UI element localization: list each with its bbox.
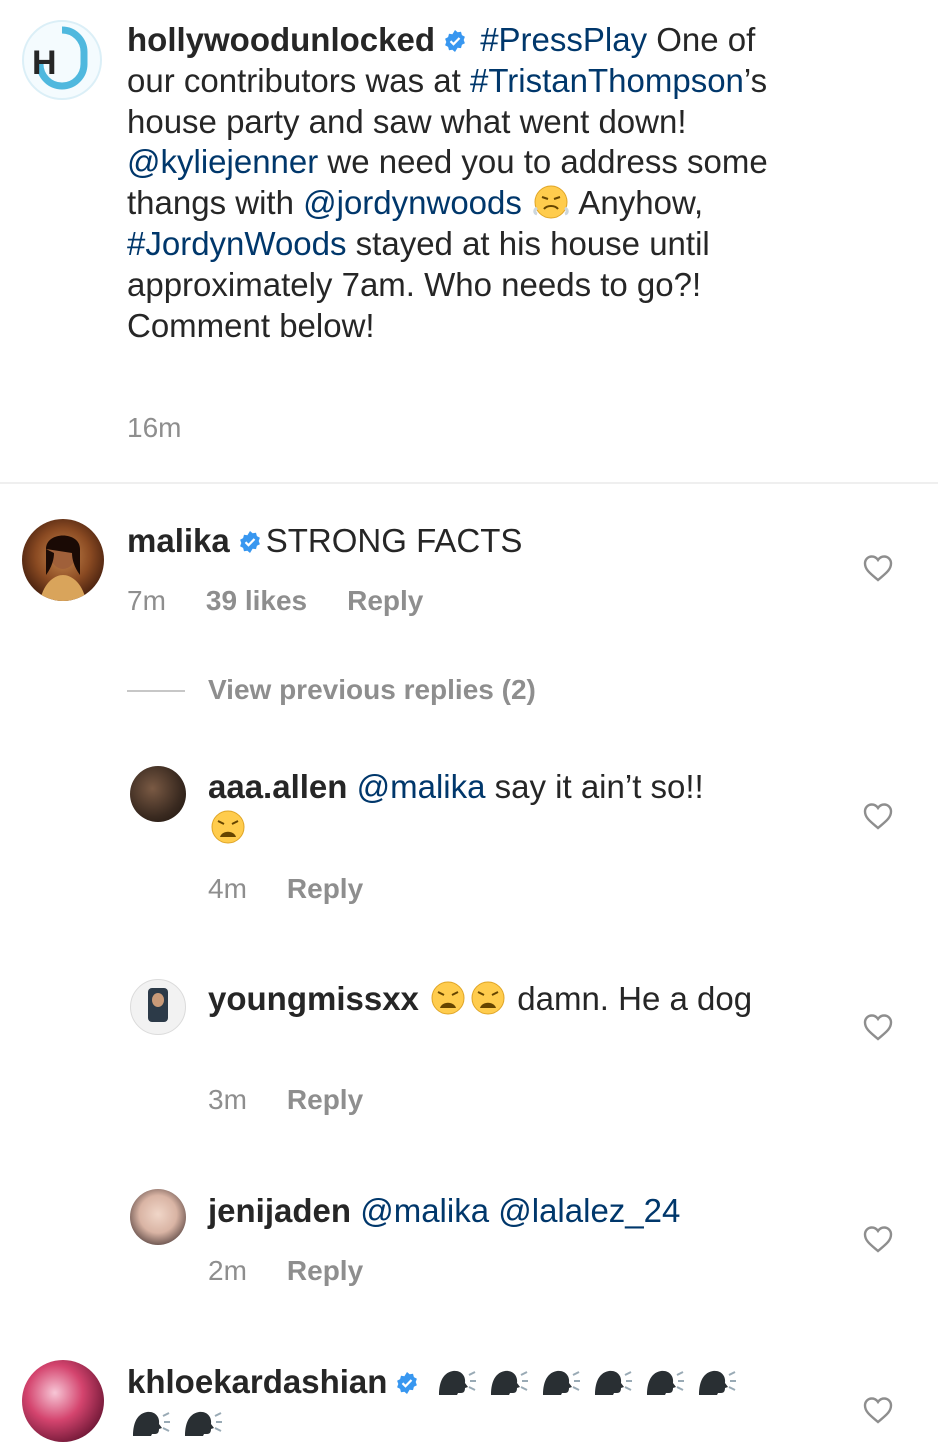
comment-time: 2m [208, 1255, 247, 1286]
post-time: 16m [127, 412, 182, 443]
weary-face-emoji [211, 810, 245, 844]
comment-jenijaden: jenijaden @malika @lalalez_24 [208, 1190, 808, 1231]
weary-face-emoji [431, 981, 465, 1015]
post-caption: hollywoodunlocked #PressPlay One of our … [127, 20, 807, 346]
verified-badge-icon [397, 1372, 418, 1394]
heart-outline-icon[interactable] [862, 801, 894, 831]
youngmissxx-avatar-figure [148, 988, 168, 1022]
hashtag-jordynwoods[interactable]: #JordynWoods [127, 225, 347, 262]
verified-badge-icon [239, 531, 260, 553]
speaking-head-emoji [133, 1411, 170, 1436]
hollywoodunlocked-avatar[interactable]: H [22, 20, 102, 100]
view-previous-replies-button[interactable]: View previous replies (2) [208, 674, 536, 706]
speaking-head-emoji [646, 1370, 684, 1395]
heart-outline-icon[interactable] [862, 1395, 894, 1425]
comment-time: 3m [208, 1084, 247, 1115]
comment-body: say it ain’t so!! [485, 768, 704, 805]
comment-time: 4m [208, 873, 247, 904]
aaa-allen-avatar[interactable] [130, 766, 186, 822]
hollywoodunlocked-logo: H [32, 26, 88, 90]
speaking-head-emoji [438, 1370, 476, 1395]
hashtag-pressplay[interactable]: #PressPlay [480, 21, 647, 58]
reply-button[interactable]: Reply [287, 873, 363, 904]
reply-button[interactable]: Reply [347, 585, 423, 616]
speaking-head-emoji [542, 1370, 580, 1395]
reply-button[interactable]: Reply [287, 1084, 363, 1115]
jenijaden-avatar[interactable] [130, 1189, 186, 1245]
mention-kyliejenner[interactable]: @kyliejenner [127, 143, 318, 180]
mention-jordynwoods[interactable]: @jordynwoods [303, 184, 522, 221]
view-replies-line [127, 690, 185, 692]
malika-avatar-figure [40, 535, 86, 601]
comment-meta: 4m Reply [208, 873, 363, 905]
post-author[interactable]: hollywoodunlocked [127, 21, 435, 58]
caption-divider [0, 482, 938, 484]
comment-time: 7m [127, 585, 166, 616]
verified-badge-icon [445, 30, 465, 52]
steaming-face-emoji [533, 185, 569, 219]
comment-username[interactable]: malika [127, 522, 230, 559]
speaking-head-emoji [185, 1411, 222, 1436]
comment-malika: malika STRONG FACTS [127, 520, 807, 561]
comment-khloekardashian: khloekardashian [127, 1361, 807, 1443]
comment-meta: 7m 39 likes Reply [127, 585, 423, 617]
reply-button[interactable]: Reply [287, 1255, 363, 1286]
khloekardashian-avatar[interactable] [22, 1360, 104, 1442]
comment-aaa-allen: aaa.allen @malika say it ain’t so!! [208, 766, 808, 848]
speaking-head-emoji [594, 1370, 632, 1395]
speaking-head-emoji [490, 1370, 528, 1395]
heart-outline-icon[interactable] [862, 1012, 894, 1042]
comment-username[interactable]: jenijaden [208, 1192, 351, 1229]
caption-text-4: Anyhow, [571, 184, 704, 222]
speaking-head-emoji [698, 1370, 736, 1395]
weary-face-emoji [471, 981, 505, 1015]
heart-outline-icon[interactable] [862, 553, 894, 583]
malika-avatar[interactable] [22, 519, 104, 601]
comment-meta: 3m Reply [208, 1084, 363, 1116]
comment-youngmissxx: youngmissxx damn. He a dog [208, 978, 808, 1019]
comment-username[interactable]: khloekardashian [127, 1363, 387, 1400]
logo-letter: H [32, 44, 57, 82]
comment-meta: 2m Reply [208, 1255, 363, 1287]
comment-username[interactable]: youngmissxx [208, 980, 419, 1017]
mention-malika[interactable]: @malika [357, 768, 486, 805]
likes-count[interactable]: 39 likes [206, 585, 307, 616]
hashtag-tristanthompson[interactable]: #TristanThompson [470, 62, 744, 99]
mention-lalalez-24[interactable]: @lalalez_24 [498, 1192, 680, 1229]
youngmissxx-avatar[interactable] [130, 979, 186, 1035]
heart-outline-icon[interactable] [862, 1224, 894, 1254]
comment-body: damn. He a dog [508, 980, 753, 1017]
comment-username[interactable]: aaa.allen [208, 768, 347, 805]
mention-malika[interactable]: @malika [360, 1192, 489, 1229]
comment-body: STRONG FACTS [265, 522, 523, 559]
